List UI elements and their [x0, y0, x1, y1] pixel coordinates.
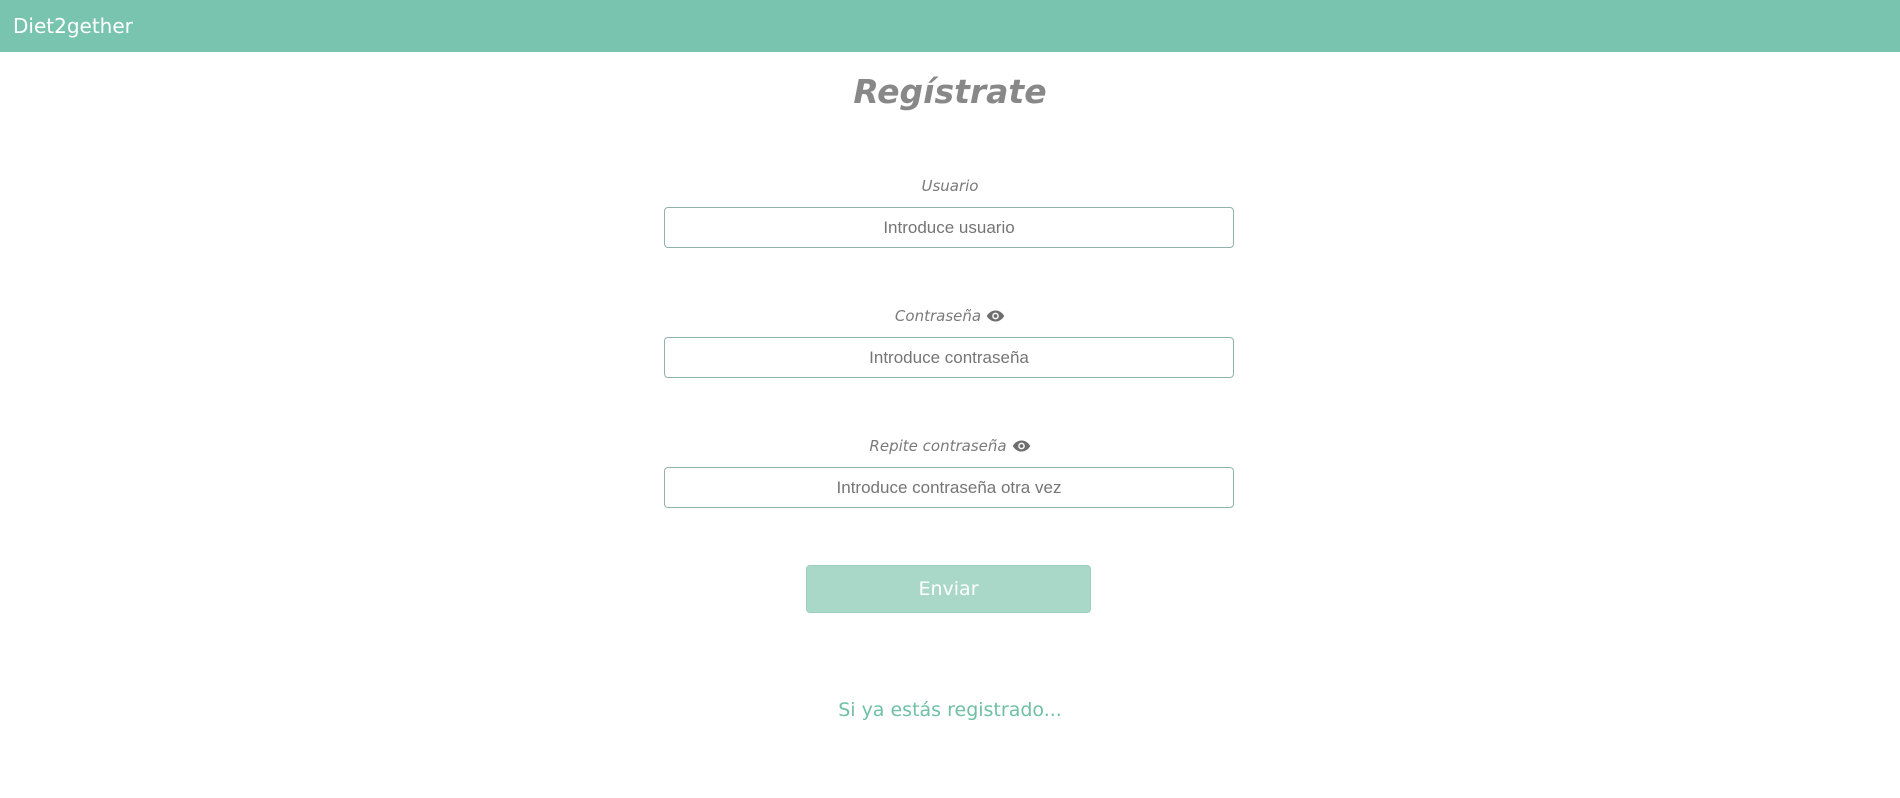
repeat-password-label: Repite contraseña [869, 437, 1007, 455]
eye-icon[interactable] [986, 309, 1005, 323]
username-label-row: Usuario [0, 177, 1900, 195]
submit-button[interactable]: Enviar [806, 565, 1091, 613]
username-label: Usuario [921, 177, 979, 195]
password-input[interactable] [664, 337, 1234, 378]
password-label-row: Contraseña [0, 307, 1900, 325]
login-link[interactable]: Si ya estás registrado... [0, 699, 1900, 721]
password-label: Contraseña [894, 307, 982, 325]
username-input[interactable] [664, 207, 1234, 248]
eye-icon[interactable] [1012, 439, 1031, 453]
page-title: Regístrate [853, 72, 1047, 111]
brand-link[interactable]: Diet2gether [13, 14, 133, 38]
repeat-password-label-row: Repite contraseña [0, 437, 1900, 455]
repeat-password-input[interactable] [664, 467, 1234, 508]
navbar: Diet2gether [0, 0, 1900, 52]
